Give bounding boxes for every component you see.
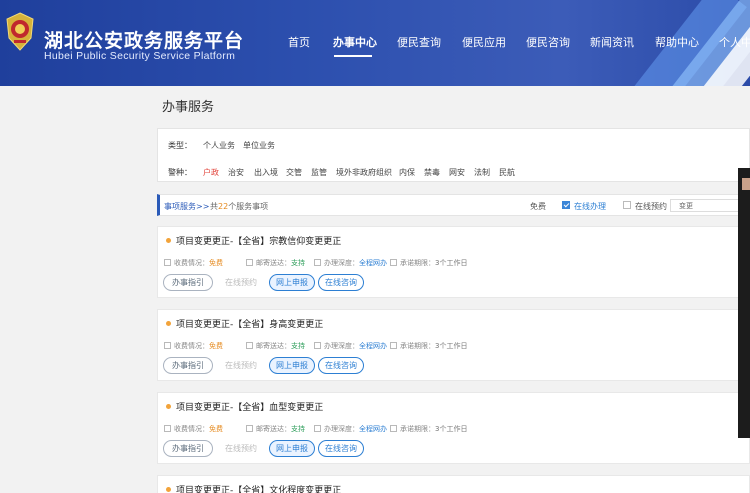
reserve-button[interactable]: 在线预约 [216,357,266,374]
guide-button[interactable]: 办事指引 [163,274,213,291]
nav-help[interactable]: 帮助中心 [655,34,699,50]
type-option-personal[interactable]: 个人业务 [203,140,235,151]
reserve-button[interactable]: 在线预约 [216,274,266,291]
fee-icon [164,342,171,349]
police-option[interactable]: 内保 [399,167,415,178]
mail-info: 邮寄送达：支持 [246,258,305,268]
reserve-checkbox[interactable] [623,201,631,209]
depth-info: 办理深度：全程网办 [314,424,387,434]
nav-news[interactable]: 新闻资讯 [590,34,634,50]
bullet-dot [166,487,171,492]
clock-icon [390,259,397,266]
police-option[interactable]: 禁毒 [424,167,440,178]
fee-info: 收费情况：免费 [164,258,223,268]
fee-icon [164,425,171,432]
mail-icon [246,342,253,349]
bullet-dot [166,404,171,409]
site-header: 湖北公安政务服务平台 Hubei Public Security Service… [0,0,750,86]
time-info: 承诺期限：3个工作日 [390,424,467,434]
results-bar: 事项服务>> 共22个服务事项 免费 在线办理 在线预约 [157,194,750,216]
consult-button[interactable]: 在线咨询 [318,440,364,457]
floating-side-panel[interactable] [738,168,750,438]
service-card[interactable]: 项目变更更正-【全省】文化程度变更更正 [157,475,750,493]
free-filter-label[interactable]: 免费 [530,201,546,212]
depth-icon [314,259,321,266]
consult-button[interactable]: 在线咨询 [318,357,364,374]
service-card[interactable]: 项目变更更正-【全省】血型变更更正 收费情况：免费 邮寄送达：支持 办理深度：全… [157,392,750,464]
mail-info: 邮寄送达：支持 [246,341,305,351]
site-subtitle: Hubei Public Security Service Platform [44,50,236,62]
depth-info: 办理深度：全程网办 [314,341,387,351]
police-option[interactable]: 监管 [311,167,327,178]
nav-consult[interactable]: 便民咨询 [526,34,570,50]
results-count-text: 共22个服务事项 [210,202,269,211]
results-count: 22 [218,202,229,211]
nav-home[interactable]: 首页 [288,34,310,50]
site-title[interactable]: 湖北公安政务服务平台 [44,26,244,53]
depth-info: 办理深度：全程网办 [314,258,387,268]
reserve-filter-label[interactable]: 在线预约 [635,201,667,212]
reserve-button[interactable]: 在线预约 [216,440,266,457]
apply-online-button[interactable]: 网上申报 [269,274,315,291]
nav-service-center[interactable]: 办事中心 [333,34,377,50]
police-option[interactable]: 交管 [286,167,302,178]
police-option[interactable]: 出入境 [254,167,278,178]
police-option[interactable]: 法制 [474,167,490,178]
fee-icon [164,259,171,266]
police-option[interactable]: 治安 [228,167,244,178]
time-info: 承诺期限：3个工作日 [390,258,467,268]
guide-button[interactable]: 办事指引 [163,440,213,457]
type-filter-label: 类型： [168,141,192,150]
consult-button[interactable]: 在线咨询 [318,274,364,291]
clock-icon [390,425,397,432]
clock-icon [390,342,397,349]
police-option[interactable]: 户政 [203,167,219,178]
service-card[interactable]: 项目变更更正-【全省】宗教信仰变更更正 收费情况：免费 邮寄送达：支持 办理深度… [157,226,750,298]
mail-icon [246,259,253,266]
nav-apps[interactable]: 便民应用 [462,34,506,50]
avatar[interactable] [742,178,750,190]
police-filter-label: 警种： [168,168,192,177]
depth-icon [314,342,321,349]
bullet-dot [166,321,171,326]
nav-active-indicator [334,55,372,57]
fee-info: 收费情况：免费 [164,424,223,434]
online-checkbox[interactable] [562,201,570,209]
police-option[interactable]: 民航 [499,167,515,178]
online-filter-label[interactable]: 在线办理 [574,201,606,212]
guide-button[interactable]: 办事指引 [163,357,213,374]
police-option[interactable]: 网安 [449,167,465,178]
mail-info: 邮寄送达：支持 [246,424,305,434]
service-name[interactable]: 项目变更更正-【全省】文化程度变更更正 [176,483,341,493]
page-title: 办事服务 [162,100,215,115]
time-info: 承诺期限：3个工作日 [390,341,467,351]
nav-inquiry[interactable]: 便民查询 [397,34,441,50]
apply-online-button[interactable]: 网上申报 [269,357,315,374]
results-breadcrumb[interactable]: 事项服务>> [164,201,209,212]
service-card[interactable]: 项目变更更正-【全省】身高变更更正 收费情况：免费 邮寄送达：支持 办理深度：全… [157,309,750,381]
apply-online-button[interactable]: 网上申报 [269,440,315,457]
fee-info: 收费情况：免费 [164,341,223,351]
filter-panel: 类型： 个人业务 单位业务 警种： 户政 治安 出入境 交管 监管 境外非政府组… [157,128,750,182]
nav-personal[interactable]: 个人中 [719,34,750,50]
police-emblem-icon [6,12,34,51]
mail-icon [246,425,253,432]
type-option-unit[interactable]: 单位业务 [243,140,275,151]
depth-icon [314,425,321,432]
service-name[interactable]: 项目变更更正-【全省】身高变更更正 [176,317,323,330]
service-name[interactable]: 项目变更更正-【全省】血型变更更正 [176,400,323,413]
service-name[interactable]: 项目变更更正-【全省】宗教信仰变更更正 [176,234,341,247]
bullet-dot [166,238,171,243]
police-option[interactable]: 境外非政府组织 [336,167,392,178]
